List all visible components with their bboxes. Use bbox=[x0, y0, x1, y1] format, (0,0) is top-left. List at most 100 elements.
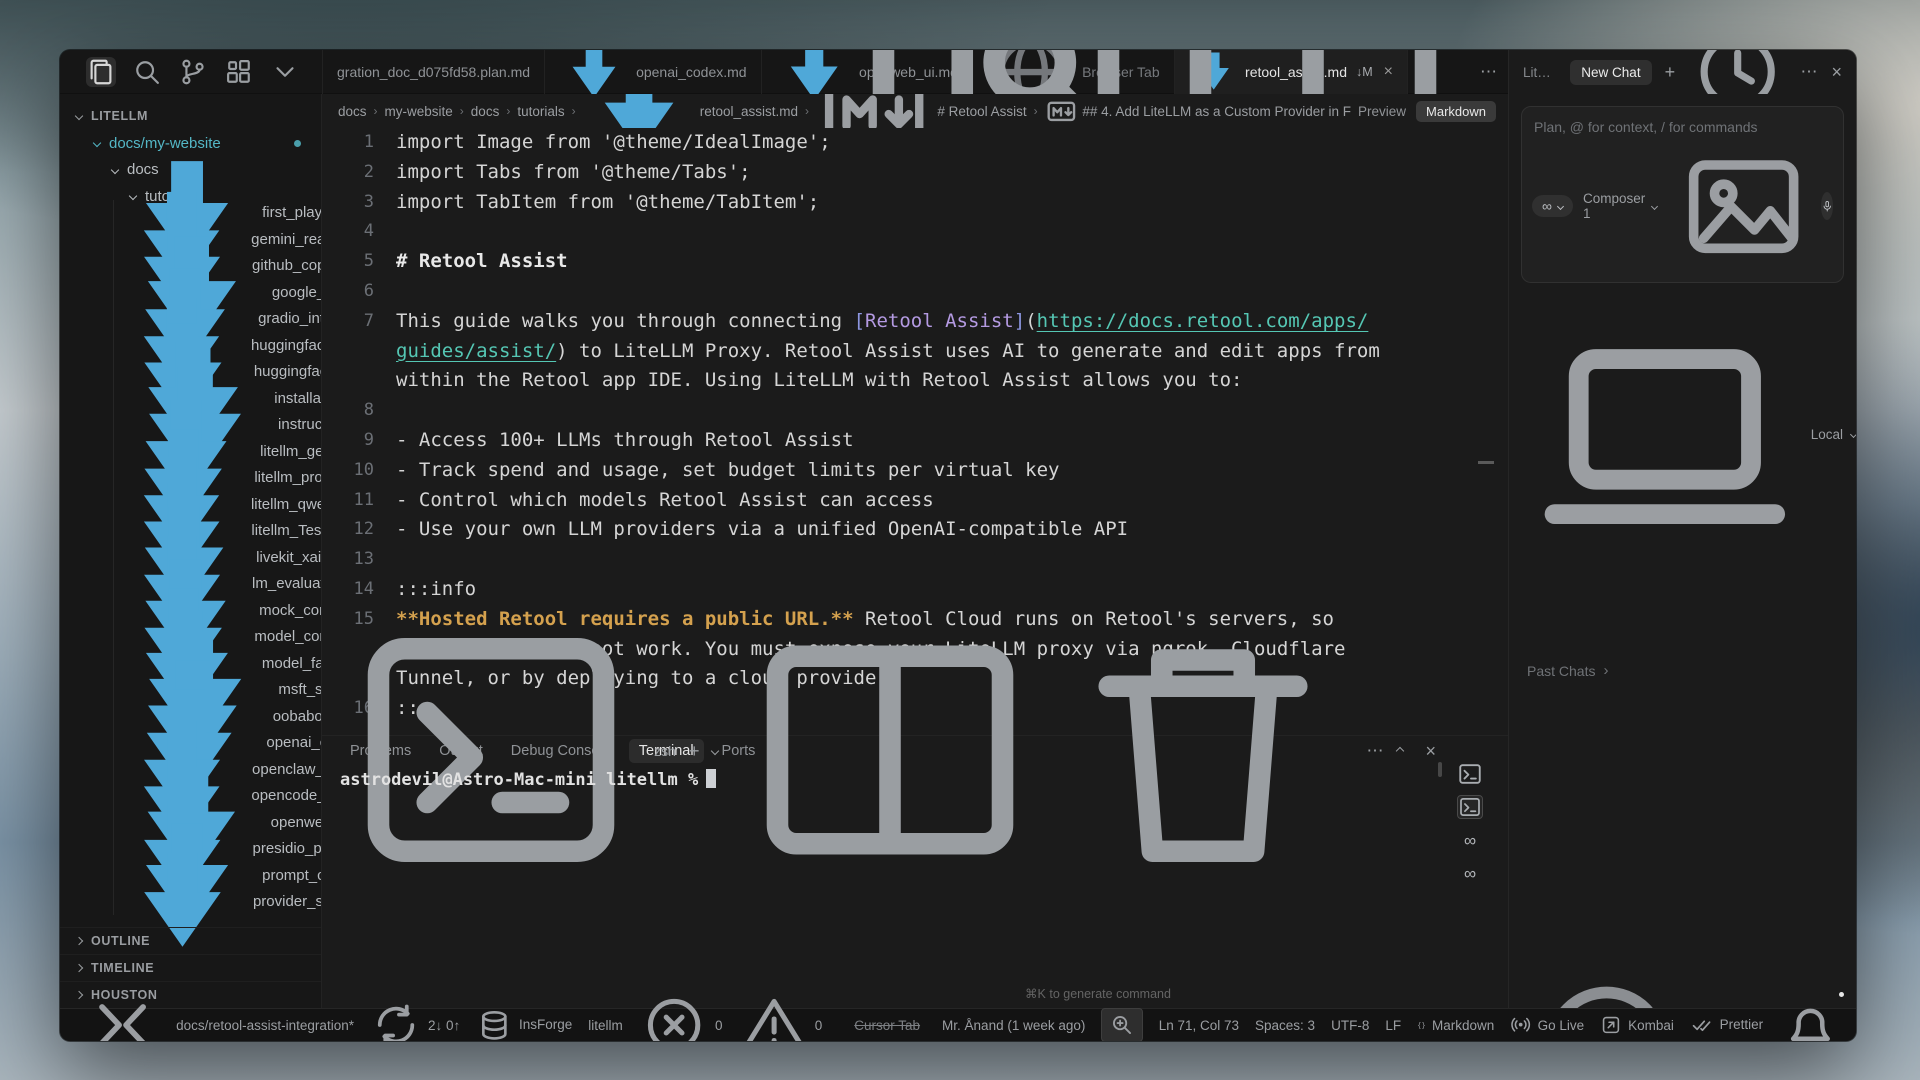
code-segment: guides/assist/ bbox=[396, 340, 556, 362]
status-item-ln[interactable]: Ln 71, Col 73 bbox=[1159, 1018, 1239, 1033]
code-segment: - Access 100+ LLMs through Retool Assist bbox=[396, 429, 854, 451]
breadcrumb-item[interactable]: my-website bbox=[385, 104, 453, 119]
chat-input-box[interactable]: Plan, @ for context, / for commands ∞ Co… bbox=[1521, 106, 1844, 283]
language-mode-badge[interactable]: Markdown bbox=[1416, 101, 1496, 122]
chevron-right-icon: › bbox=[1603, 662, 1608, 679]
code-segment: import Tabs from '@theme/Tabs'; bbox=[396, 161, 751, 183]
terminal-output[interactable]: astrodevil@Astro-Mac-mini litellm % bbox=[340, 769, 1428, 790]
kombai-icon bbox=[1600, 1014, 1622, 1036]
chat-more-icon[interactable]: ⋯ bbox=[1800, 62, 1818, 82]
terminal-session-terminal-icon[interactable] bbox=[1457, 795, 1483, 819]
breadcrumb-item[interactable]: ## 4. Add LiteLLM as a Custom Provider i… bbox=[1045, 95, 1351, 128]
status-right: Ln 71, Col 73 Spaces: 3 UTF-8 LF Markdown Go … bbox=[1159, 994, 1842, 1041]
status-item-prettier[interactable]: Prettier bbox=[1690, 1013, 1763, 1037]
code-segment: import Image from '@theme/IdealImage'; bbox=[396, 131, 831, 153]
status-item-2-[interactable]: 2↓ 0↑ bbox=[370, 999, 460, 1041]
file-label: installation.md bbox=[274, 390, 321, 407]
status-item-lf[interactable]: LF bbox=[1385, 1018, 1401, 1033]
status-item-utf-8[interactable]: UTF-8 bbox=[1331, 1018, 1369, 1033]
status-item-insforge[interactable]: InsForge bbox=[476, 1007, 572, 1041]
status-text: Prettier bbox=[1720, 1017, 1764, 1032]
section-label: OUTLINE bbox=[91, 934, 150, 948]
code-line: 2import Tabs from '@theme/Tabs'; bbox=[322, 158, 1508, 188]
code-segment: # Retool Assist bbox=[396, 250, 568, 272]
file-item[interactable]: provider_specific_para... bbox=[60, 889, 321, 916]
terminal-session-terminal-icon[interactable] bbox=[1457, 762, 1483, 786]
split-terminal-icon[interactable] bbox=[740, 600, 1040, 903]
chat-tab-litellm-virtual-key[interactable]: Litellm virtual key bbox=[1523, 65, 1557, 80]
breadcrumb-label: tutorials bbox=[517, 104, 564, 119]
status-item-go[interactable]: Go Live bbox=[1510, 1014, 1584, 1035]
status-text: Go Live bbox=[1538, 1018, 1585, 1033]
breadcrumb-label: # Retool Assist bbox=[937, 104, 1026, 119]
status-item-0[interactable]: 0 bbox=[639, 990, 723, 1041]
sidebar-root-litellm[interactable]: LITELLM bbox=[60, 102, 321, 130]
breadcrumb-item[interactable]: retool_assist.md bbox=[583, 94, 798, 128]
editor-tab[interactable]: gration_doc_d075fd58.plan.md bbox=[323, 50, 545, 94]
file-label: litellm_Test_Multiple_Pr... bbox=[251, 522, 321, 539]
code-line: 6 bbox=[322, 277, 1508, 307]
code-line: 7This guide walks you through connecting… bbox=[322, 307, 1508, 337]
chevron-down-icon[interactable] bbox=[711, 747, 719, 755]
environment-selector[interactable]: Local bbox=[1527, 297, 1856, 573]
md-file-icon bbox=[776, 50, 852, 94]
status-item-0[interactable]: 0 bbox=[739, 990, 823, 1041]
status-item[interactable] bbox=[1779, 994, 1842, 1041]
extensions-icon[interactable] bbox=[224, 57, 254, 87]
status-item-spaces-[interactable]: Spaces: 3 bbox=[1255, 1018, 1315, 1033]
tab-label: gration_doc_d075fd58.plan.md bbox=[337, 64, 530, 80]
terminal-session-infinity-icon[interactable]: ∞ bbox=[1457, 828, 1483, 852]
preview-toggle[interactable]: Preview bbox=[1358, 104, 1406, 119]
status-item[interactable] bbox=[1101, 1008, 1142, 1041]
status-item[interactable] bbox=[74, 985, 154, 1041]
status-item-cursor[interactable]: Cursor Tab bbox=[854, 1018, 920, 1033]
maximize-panel-icon[interactable] bbox=[1396, 747, 1404, 755]
close-panel-icon[interactable]: × bbox=[1425, 742, 1436, 760]
model-selector[interactable]: Composer 1 bbox=[1583, 191, 1657, 221]
agent-mode-pill[interactable]: ∞ bbox=[1532, 195, 1573, 217]
sidebar-section-timeline[interactable]: TIMELINE bbox=[60, 954, 321, 981]
sidebar-section-outline[interactable]: OUTLINE bbox=[60, 927, 321, 954]
mic-icon bbox=[1821, 200, 1833, 212]
chevron-down-icon[interactable] bbox=[270, 57, 300, 87]
status-text: 0 bbox=[715, 1018, 723, 1033]
chat-tab-new-chat[interactable]: New Chat bbox=[1570, 60, 1651, 85]
scrollbar-mark[interactable] bbox=[1478, 461, 1494, 464]
code-text: This guide walks you through connecting … bbox=[396, 307, 1368, 337]
past-chats[interactable]: Past Chats › bbox=[1527, 662, 1608, 679]
status-text: litellm bbox=[588, 1018, 623, 1033]
status-item-markdown[interactable]: Markdown bbox=[1417, 1018, 1494, 1033]
code-text: within the Retool app IDE. Using LiteLLM… bbox=[396, 366, 1242, 396]
editor-tab[interactable]: openai_codex.md bbox=[545, 50, 762, 94]
mic-button[interactable] bbox=[1821, 192, 1833, 220]
breadcrumb-item[interactable]: tutorials bbox=[517, 104, 564, 119]
trash-icon[interactable] bbox=[1053, 600, 1353, 903]
editor-actions: ⋯ bbox=[846, 50, 1498, 94]
prettier-icon bbox=[1690, 1013, 1714, 1037]
line-number: 9 bbox=[322, 426, 396, 456]
source-control-icon[interactable] bbox=[178, 57, 208, 87]
status-item-kombai[interactable]: Kombai bbox=[1600, 1014, 1674, 1036]
files-icon[interactable] bbox=[86, 57, 116, 87]
breadcrumb-item[interactable]: docs bbox=[338, 104, 367, 119]
more-actions-icon[interactable]: ⋯ bbox=[1480, 62, 1498, 82]
status-item-mr-[interactable]: Mr. Ånand (1 week ago) bbox=[936, 1018, 1085, 1033]
line-number bbox=[322, 366, 396, 396]
status-item-docs-retool-assist-integration-[interactable]: docs/retool-assist-integration* bbox=[170, 1018, 354, 1033]
new-chat-plus-icon[interactable]: + bbox=[1665, 63, 1676, 81]
generate-command-hint: ⌘K to generate command bbox=[1025, 986, 1171, 1001]
new-terminal-button[interactable]: + bbox=[689, 742, 700, 760]
breadcrumb-item[interactable]: # Retool Assist bbox=[816, 94, 1027, 128]
terminal-session-infinity-icon[interactable]: ∞ bbox=[1457, 861, 1483, 885]
attach-image-icon[interactable] bbox=[1677, 140, 1810, 273]
line-number: 7 bbox=[322, 307, 396, 337]
terminal-more-icon[interactable]: ⋯ bbox=[1366, 741, 1384, 761]
code-line: 1import Image from '@theme/IdealImage'; bbox=[322, 128, 1508, 158]
code-segment: ( bbox=[1025, 310, 1036, 332]
desktop: gration_doc_d075fd58.plan.md openai_codex… bbox=[0, 0, 1920, 1080]
breadcrumb-item[interactable]: docs bbox=[471, 104, 500, 119]
status-item-litellm[interactable]: litellm bbox=[588, 1018, 623, 1033]
chat-close-icon[interactable]: × bbox=[1831, 63, 1842, 81]
line-number bbox=[322, 337, 396, 367]
search-icon[interactable] bbox=[132, 57, 162, 87]
